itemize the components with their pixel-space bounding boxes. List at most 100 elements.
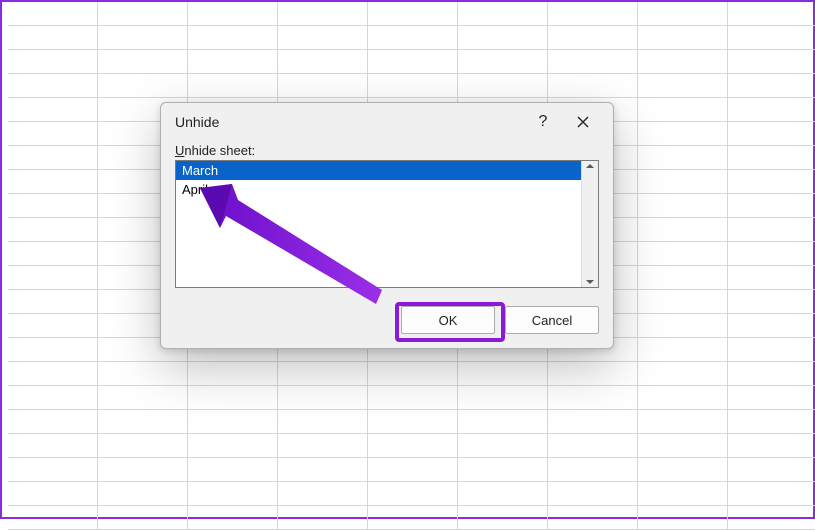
cell[interactable] bbox=[8, 242, 98, 266]
cell[interactable] bbox=[278, 26, 368, 50]
cell[interactable] bbox=[8, 338, 98, 362]
cell[interactable] bbox=[8, 146, 98, 170]
cell[interactable] bbox=[458, 2, 548, 26]
cell[interactable] bbox=[278, 386, 368, 410]
cell[interactable] bbox=[728, 458, 815, 482]
cell[interactable] bbox=[728, 362, 815, 386]
cell[interactable] bbox=[188, 458, 278, 482]
cell[interactable] bbox=[8, 98, 98, 122]
cell[interactable] bbox=[8, 506, 98, 530]
cell[interactable] bbox=[728, 266, 815, 290]
cell[interactable] bbox=[368, 362, 458, 386]
help-button[interactable]: ? bbox=[523, 107, 563, 137]
cell[interactable] bbox=[548, 362, 638, 386]
cell[interactable] bbox=[8, 50, 98, 74]
close-button[interactable] bbox=[563, 107, 603, 137]
cell[interactable] bbox=[458, 362, 548, 386]
scroll-down-icon[interactable] bbox=[586, 280, 594, 284]
cell[interactable] bbox=[638, 506, 728, 530]
sheet-list-item[interactable]: April bbox=[176, 180, 581, 199]
cell[interactable] bbox=[458, 50, 548, 74]
cell[interactable] bbox=[188, 482, 278, 506]
cell[interactable] bbox=[458, 74, 548, 98]
cell[interactable] bbox=[638, 266, 728, 290]
cell[interactable] bbox=[638, 146, 728, 170]
cell[interactable] bbox=[278, 506, 368, 530]
cell[interactable] bbox=[548, 482, 638, 506]
cell[interactable] bbox=[278, 2, 368, 26]
cell[interactable] bbox=[8, 482, 98, 506]
cell[interactable] bbox=[728, 146, 815, 170]
cell[interactable] bbox=[638, 338, 728, 362]
cell[interactable] bbox=[728, 314, 815, 338]
cell[interactable] bbox=[368, 434, 458, 458]
cell[interactable] bbox=[188, 410, 278, 434]
cell[interactable] bbox=[728, 122, 815, 146]
cell[interactable] bbox=[8, 122, 98, 146]
cell[interactable] bbox=[188, 74, 278, 98]
cell[interactable] bbox=[278, 74, 368, 98]
cell[interactable] bbox=[368, 458, 458, 482]
cell[interactable] bbox=[638, 74, 728, 98]
cell[interactable] bbox=[728, 170, 815, 194]
cell[interactable] bbox=[638, 218, 728, 242]
cell[interactable] bbox=[548, 506, 638, 530]
cell[interactable] bbox=[728, 482, 815, 506]
cell[interactable] bbox=[458, 386, 548, 410]
cell[interactable] bbox=[368, 26, 458, 50]
cell[interactable] bbox=[728, 218, 815, 242]
cell[interactable] bbox=[8, 26, 98, 50]
cell[interactable] bbox=[638, 170, 728, 194]
cell[interactable] bbox=[278, 434, 368, 458]
cancel-button[interactable]: Cancel bbox=[505, 306, 599, 334]
cell[interactable] bbox=[8, 218, 98, 242]
cell[interactable] bbox=[368, 2, 458, 26]
listbox-scrollbar[interactable] bbox=[581, 161, 598, 287]
cell[interactable] bbox=[98, 434, 188, 458]
cell[interactable] bbox=[188, 50, 278, 74]
cell[interactable] bbox=[8, 2, 98, 26]
cell[interactable] bbox=[638, 242, 728, 266]
cell[interactable] bbox=[458, 410, 548, 434]
cell[interactable] bbox=[8, 314, 98, 338]
cell[interactable] bbox=[188, 26, 278, 50]
cell[interactable] bbox=[638, 458, 728, 482]
cell[interactable] bbox=[548, 410, 638, 434]
cell[interactable] bbox=[458, 458, 548, 482]
cell[interactable] bbox=[638, 482, 728, 506]
ok-button[interactable]: OK bbox=[401, 306, 495, 334]
cell[interactable] bbox=[638, 434, 728, 458]
cell[interactable] bbox=[188, 362, 278, 386]
cell[interactable] bbox=[8, 410, 98, 434]
cell[interactable] bbox=[368, 410, 458, 434]
cell[interactable] bbox=[98, 74, 188, 98]
cell[interactable] bbox=[638, 386, 728, 410]
cell[interactable] bbox=[728, 386, 815, 410]
cell[interactable] bbox=[728, 434, 815, 458]
cell[interactable] bbox=[548, 458, 638, 482]
cell[interactable] bbox=[8, 362, 98, 386]
cell[interactable] bbox=[638, 290, 728, 314]
cell[interactable] bbox=[638, 26, 728, 50]
cell[interactable] bbox=[728, 410, 815, 434]
cell[interactable] bbox=[278, 50, 368, 74]
cell[interactable] bbox=[548, 50, 638, 74]
cell[interactable] bbox=[98, 362, 188, 386]
cell[interactable] bbox=[98, 2, 188, 26]
scroll-up-icon[interactable] bbox=[586, 164, 594, 168]
cell[interactable] bbox=[548, 2, 638, 26]
cell[interactable] bbox=[458, 482, 548, 506]
cell[interactable] bbox=[548, 434, 638, 458]
cell[interactable] bbox=[278, 458, 368, 482]
cell[interactable] bbox=[98, 458, 188, 482]
cell[interactable] bbox=[728, 2, 815, 26]
cell[interactable] bbox=[278, 362, 368, 386]
cell[interactable] bbox=[368, 482, 458, 506]
cell[interactable] bbox=[548, 386, 638, 410]
cell[interactable] bbox=[458, 26, 548, 50]
cell[interactable] bbox=[98, 50, 188, 74]
cell[interactable] bbox=[8, 290, 98, 314]
cell[interactable] bbox=[188, 434, 278, 458]
cell[interactable] bbox=[638, 362, 728, 386]
cell[interactable] bbox=[98, 482, 188, 506]
